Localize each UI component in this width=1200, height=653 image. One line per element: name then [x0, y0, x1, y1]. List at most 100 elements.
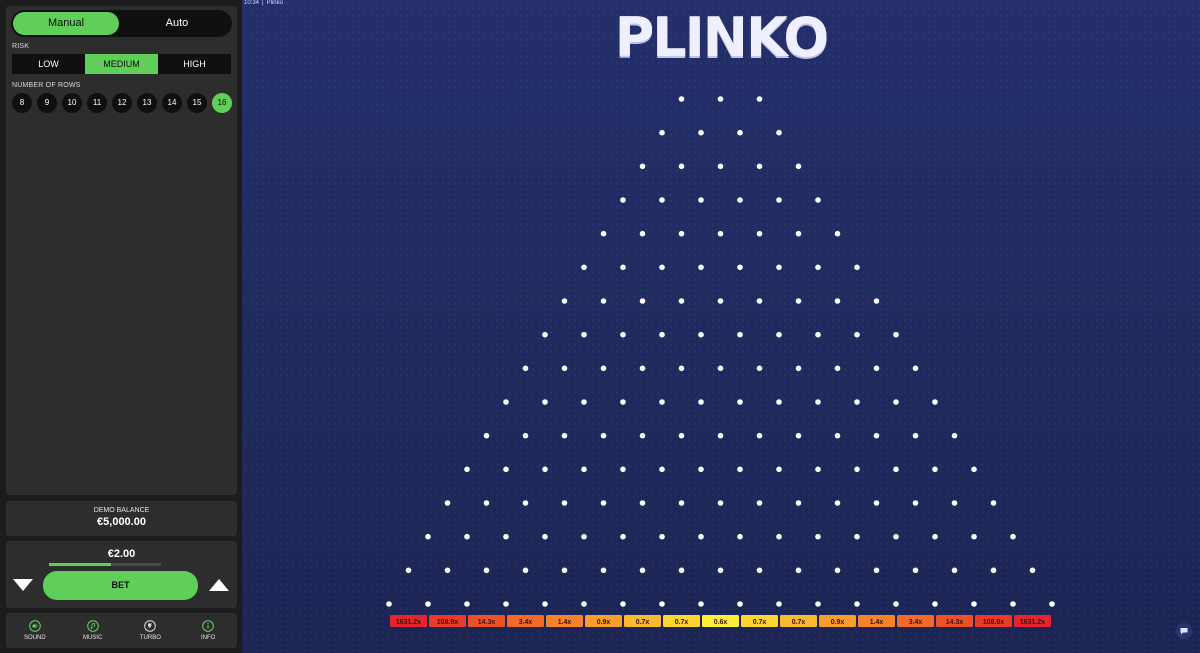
- risk-low-button[interactable]: LOW: [12, 54, 85, 74]
- peg: [776, 466, 782, 473]
- peg: [698, 533, 704, 540]
- turbo-button[interactable]: TURBO: [122, 613, 180, 648]
- peg: [756, 500, 763, 506]
- multiplier-label: 0.7x: [753, 619, 767, 626]
- peg: [717, 298, 724, 304]
- peg: [854, 264, 860, 271]
- peg: [912, 567, 919, 574]
- peg: [990, 500, 997, 506]
- rows-9-button[interactable]: 9: [37, 93, 57, 113]
- rows-16-button[interactable]: 16: [212, 93, 232, 113]
- rows-13-button[interactable]: 13: [137, 93, 157, 113]
- multiplier-slot: 14.3x: [936, 615, 973, 627]
- risk-high-button[interactable]: HIGH: [158, 54, 231, 74]
- peg: [873, 432, 880, 439]
- rows-11-button[interactable]: 11: [87, 93, 107, 113]
- peg: [834, 567, 841, 574]
- decrease-bet-icon[interactable]: [13, 578, 33, 592]
- bet-amount: €2.00: [107, 548, 136, 560]
- peg: [854, 533, 860, 540]
- peg: [503, 466, 509, 473]
- peg: [912, 500, 919, 506]
- bet-button[interactable]: BET: [43, 571, 198, 600]
- footer-panel: SOUND MUSIC TURBO INFO: [6, 613, 237, 648]
- rows-10-button[interactable]: 10: [62, 93, 82, 113]
- peg: [698, 601, 704, 607]
- sidebar: Manual Auto RISK LOW MEDIUM HIGH NUMBER …: [0, 0, 242, 653]
- info-label: INFO: [200, 635, 216, 641]
- peg: [1010, 533, 1016, 540]
- auto-mode-button[interactable]: Auto: [124, 12, 230, 35]
- balance-value: €5,000.00: [97, 516, 146, 528]
- peg: [717, 365, 724, 372]
- risk-medium-button[interactable]: MEDIUM: [85, 54, 158, 74]
- peg: [659, 466, 665, 473]
- multiplier-slot: 0.6x: [702, 615, 739, 627]
- peg: [951, 500, 958, 506]
- peg: [678, 500, 685, 506]
- multiplier-slot: 1631.2x: [390, 615, 427, 627]
- multiplier-label: 3.4x: [519, 619, 533, 626]
- peg: [639, 432, 646, 439]
- peg: [698, 197, 704, 203]
- rows-12-button[interactable]: 12: [112, 93, 132, 113]
- sound-icon: [29, 620, 41, 632]
- peg: [990, 567, 997, 574]
- peg: [971, 601, 977, 607]
- multiplier-label: 1.4x: [870, 619, 884, 626]
- peg: [678, 567, 685, 574]
- manual-mode-button[interactable]: Manual: [13, 12, 119, 35]
- peg: [971, 533, 977, 540]
- music-icon: [86, 620, 99, 632]
- peg: [776, 129, 782, 136]
- peg: [756, 163, 763, 170]
- peg: [834, 298, 841, 304]
- peg: [795, 500, 802, 506]
- peg: [542, 466, 548, 473]
- peg: [678, 230, 685, 237]
- peg: [522, 432, 529, 439]
- peg: [561, 298, 568, 304]
- peg: [1049, 601, 1055, 607]
- multiplier-label: 3.4x: [909, 619, 923, 626]
- music-button[interactable]: MUSIC: [64, 613, 122, 648]
- rows-8-button[interactable]: 8: [12, 93, 32, 113]
- chat-icon[interactable]: [1176, 623, 1192, 639]
- multiplier-slot: 3.4x: [507, 615, 544, 627]
- game-area: 10:34 | Plinko PLINKO 1631.2x 108.9x 14.3x 3.…: [242, 0, 1200, 653]
- peg: [698, 129, 704, 136]
- bet-amount-slider[interactable]: [49, 563, 161, 566]
- peg: [815, 399, 821, 405]
- sound-button[interactable]: SOUND: [6, 613, 64, 648]
- peg: [756, 298, 763, 304]
- peg: [659, 601, 665, 607]
- rows-14-button[interactable]: 14: [162, 93, 182, 113]
- peg: [893, 533, 899, 540]
- peg: [444, 500, 451, 506]
- peg: [639, 500, 646, 506]
- peg: [581, 466, 587, 473]
- increase-bet-icon[interactable]: [209, 578, 229, 592]
- multiplier-slot: 1.4x: [546, 615, 583, 627]
- peg: [620, 399, 626, 405]
- peg: [932, 601, 938, 607]
- multiplier-label: 1631.2x: [396, 619, 421, 626]
- multiplier-label: 0.6x: [714, 619, 728, 626]
- peg: [600, 365, 607, 372]
- sound-label: SOUND: [24, 635, 46, 641]
- peg: [659, 331, 665, 338]
- info-button[interactable]: INFO: [179, 613, 237, 648]
- peg: [912, 365, 919, 372]
- peg: [678, 298, 685, 304]
- peg: [620, 466, 626, 473]
- peg: [503, 399, 509, 405]
- peg: [542, 533, 548, 540]
- peg: [581, 601, 587, 607]
- peg: [834, 500, 841, 506]
- peg: [795, 365, 802, 372]
- peg: [893, 466, 899, 473]
- peg: [737, 264, 743, 271]
- peg: [932, 533, 938, 540]
- multiplier-slot: 1.4x: [858, 615, 895, 627]
- rows-15-button[interactable]: 15: [187, 93, 207, 113]
